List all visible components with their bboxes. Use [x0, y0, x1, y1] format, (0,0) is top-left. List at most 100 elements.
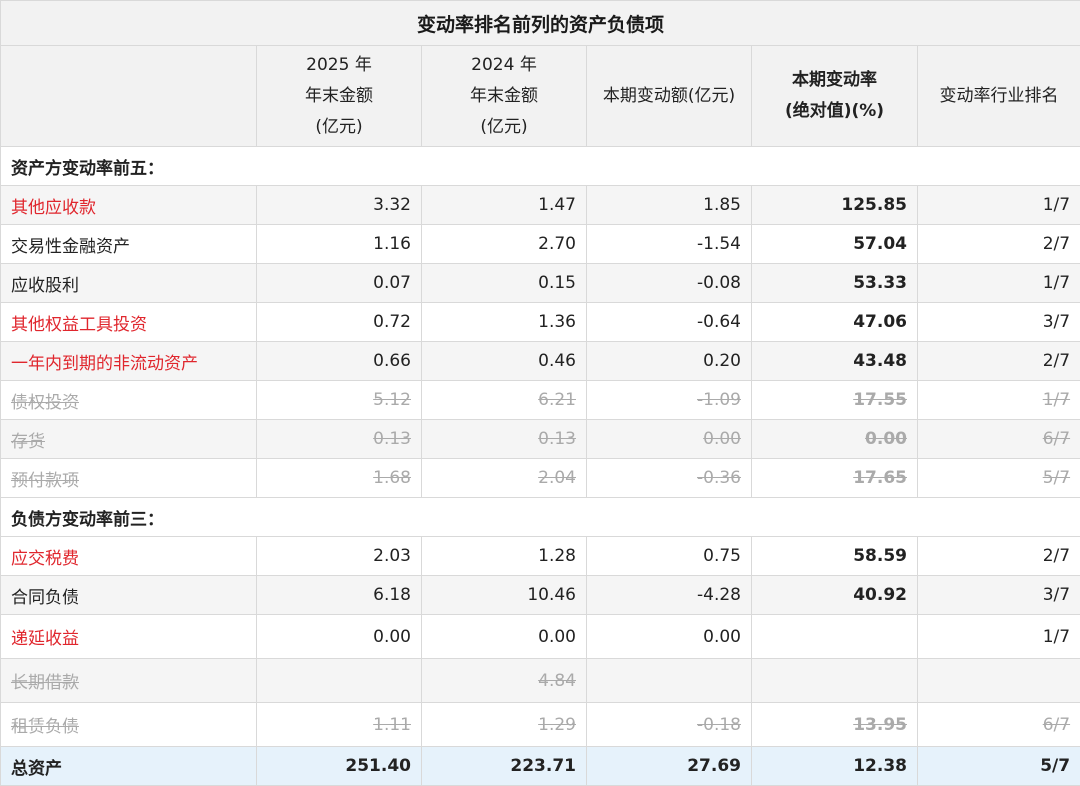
cell-2025: 0.66 — [257, 342, 422, 381]
cell-rank: 1/7 — [918, 381, 1080, 420]
row-name: 长期借款 — [1, 659, 257, 703]
cell-change — [587, 659, 752, 703]
section-liabilities-label: 负债方变动率前三： — [1, 498, 1080, 537]
table-row: 合同负债 6.18 10.46 -4.28 40.92 3/7 — [1, 576, 1080, 615]
cell-change: -0.08 — [587, 264, 752, 303]
balance-change-table: 变动率排名前列的资产负债项 2025 年年末金额(亿元) 2024 年年末金额(… — [0, 0, 1080, 786]
cell-change: 0.00 — [587, 615, 752, 659]
cell-rate: 57.04 — [752, 225, 918, 264]
total-change: 27.69 — [587, 747, 752, 786]
cell-change: 1.85 — [587, 186, 752, 225]
row-name: 债权投资 — [1, 381, 257, 420]
table-row: 存货 0.13 0.13 0.00 0.00 6/7 — [1, 420, 1080, 459]
row-name: 预付款项 — [1, 459, 257, 498]
cell-change: 0.00 — [587, 420, 752, 459]
cell-rate: 0.00 — [752, 420, 918, 459]
cell-rate: 47.06 — [752, 303, 918, 342]
header-industry-rank: 变动率行业排名 — [918, 46, 1080, 147]
table-row: 应交税费 2.03 1.28 0.75 58.59 2/7 — [1, 537, 1080, 576]
row-name: 应交税费 — [1, 537, 257, 576]
cell-rank: 3/7 — [918, 576, 1080, 615]
row-name: 租赁负债 — [1, 703, 257, 747]
cell-rate: 58.59 — [752, 537, 918, 576]
table-row: 长期借款 4.84 — [1, 659, 1080, 703]
cell-rank: 1/7 — [918, 264, 1080, 303]
cell-2025 — [257, 659, 422, 703]
total-2025: 251.40 — [257, 747, 422, 786]
cell-rate: 40.92 — [752, 576, 918, 615]
cell-change: -1.09 — [587, 381, 752, 420]
row-name: 其他应收款 — [1, 186, 257, 225]
cell-2024: 4.84 — [422, 659, 587, 703]
table-row: 预付款项 1.68 2.04 -0.36 17.65 5/7 — [1, 459, 1080, 498]
cell-change: -0.18 — [587, 703, 752, 747]
cell-rate: 13.95 — [752, 703, 918, 747]
row-name: 存货 — [1, 420, 257, 459]
row-name: 交易性金融资产 — [1, 225, 257, 264]
cell-rank: 2/7 — [918, 225, 1080, 264]
cell-change: -4.28 — [587, 576, 752, 615]
cell-change: -1.54 — [587, 225, 752, 264]
cell-2025: 0.72 — [257, 303, 422, 342]
table-row: 债权投资 5.12 6.21 -1.09 17.55 1/7 — [1, 381, 1080, 420]
table-row: 其他权益工具投资 0.72 1.36 -0.64 47.06 3/7 — [1, 303, 1080, 342]
cell-2025: 2.03 — [257, 537, 422, 576]
cell-2025: 0.00 — [257, 615, 422, 659]
total-row: 总资产 251.40 223.71 27.69 12.38 5/7 — [1, 747, 1080, 786]
row-name: 应收股利 — [1, 264, 257, 303]
table-row: 递延收益 0.00 0.00 0.00 1/7 — [1, 615, 1080, 659]
total-name: 总资产 — [1, 747, 257, 786]
cell-rate — [752, 659, 918, 703]
cell-2024: 1.29 — [422, 703, 587, 747]
cell-rank: 1/7 — [918, 186, 1080, 225]
cell-rate: 17.65 — [752, 459, 918, 498]
cell-2024: 0.00 — [422, 615, 587, 659]
table-row: 一年内到期的非流动资产 0.66 0.46 0.20 43.48 2/7 — [1, 342, 1080, 381]
cell-2024: 0.15 — [422, 264, 587, 303]
cell-rate: 43.48 — [752, 342, 918, 381]
cell-change: 0.75 — [587, 537, 752, 576]
header-change-rate: 本期变动率(绝对值)(%) — [752, 46, 918, 147]
cell-2025: 3.32 — [257, 186, 422, 225]
cell-2025: 0.13 — [257, 420, 422, 459]
header-row: 2025 年年末金额(亿元) 2024 年年末金额(亿元) 本期变动额(亿元) … — [1, 46, 1080, 147]
cell-2024: 2.70 — [422, 225, 587, 264]
table-title: 变动率排名前列的资产负债项 — [1, 1, 1080, 46]
cell-rate: 125.85 — [752, 186, 918, 225]
cell-2024: 1.47 — [422, 186, 587, 225]
cell-rank: 6/7 — [918, 703, 1080, 747]
cell-2025: 1.11 — [257, 703, 422, 747]
cell-rank: 3/7 — [918, 303, 1080, 342]
table-row: 其他应收款 3.32 1.47 1.85 125.85 1/7 — [1, 186, 1080, 225]
row-name: 合同负债 — [1, 576, 257, 615]
cell-change: -0.36 — [587, 459, 752, 498]
cell-rank: 2/7 — [918, 537, 1080, 576]
cell-2024: 6.21 — [422, 381, 587, 420]
cell-2024: 0.46 — [422, 342, 587, 381]
header-2025-amount: 2025 年年末金额(亿元) — [257, 46, 422, 147]
cell-rank: 6/7 — [918, 420, 1080, 459]
cell-2025: 6.18 — [257, 576, 422, 615]
cell-2024: 10.46 — [422, 576, 587, 615]
cell-2025: 0.07 — [257, 264, 422, 303]
header-change-amount: 本期变动额(亿元) — [587, 46, 752, 147]
total-rank: 5/7 — [918, 747, 1080, 786]
cell-2025: 5.12 — [257, 381, 422, 420]
cell-rank: 2/7 — [918, 342, 1080, 381]
total-rate: 12.38 — [752, 747, 918, 786]
cell-2024: 0.13 — [422, 420, 587, 459]
section-assets-label: 资产方变动率前五： — [1, 147, 1080, 186]
cell-2024: 1.28 — [422, 537, 587, 576]
row-name: 递延收益 — [1, 615, 257, 659]
header-2024-amount: 2024 年年末金额(亿元) — [422, 46, 587, 147]
section-liabilities: 负债方变动率前三： — [1, 498, 1080, 537]
cell-change: 0.20 — [587, 342, 752, 381]
cell-rate: 17.55 — [752, 381, 918, 420]
cell-rank: 5/7 — [918, 459, 1080, 498]
row-name: 其他权益工具投资 — [1, 303, 257, 342]
cell-2025: 1.68 — [257, 459, 422, 498]
cell-rate: 53.33 — [752, 264, 918, 303]
cell-2024: 2.04 — [422, 459, 587, 498]
table-row: 交易性金融资产 1.16 2.70 -1.54 57.04 2/7 — [1, 225, 1080, 264]
table-row: 应收股利 0.07 0.15 -0.08 53.33 1/7 — [1, 264, 1080, 303]
